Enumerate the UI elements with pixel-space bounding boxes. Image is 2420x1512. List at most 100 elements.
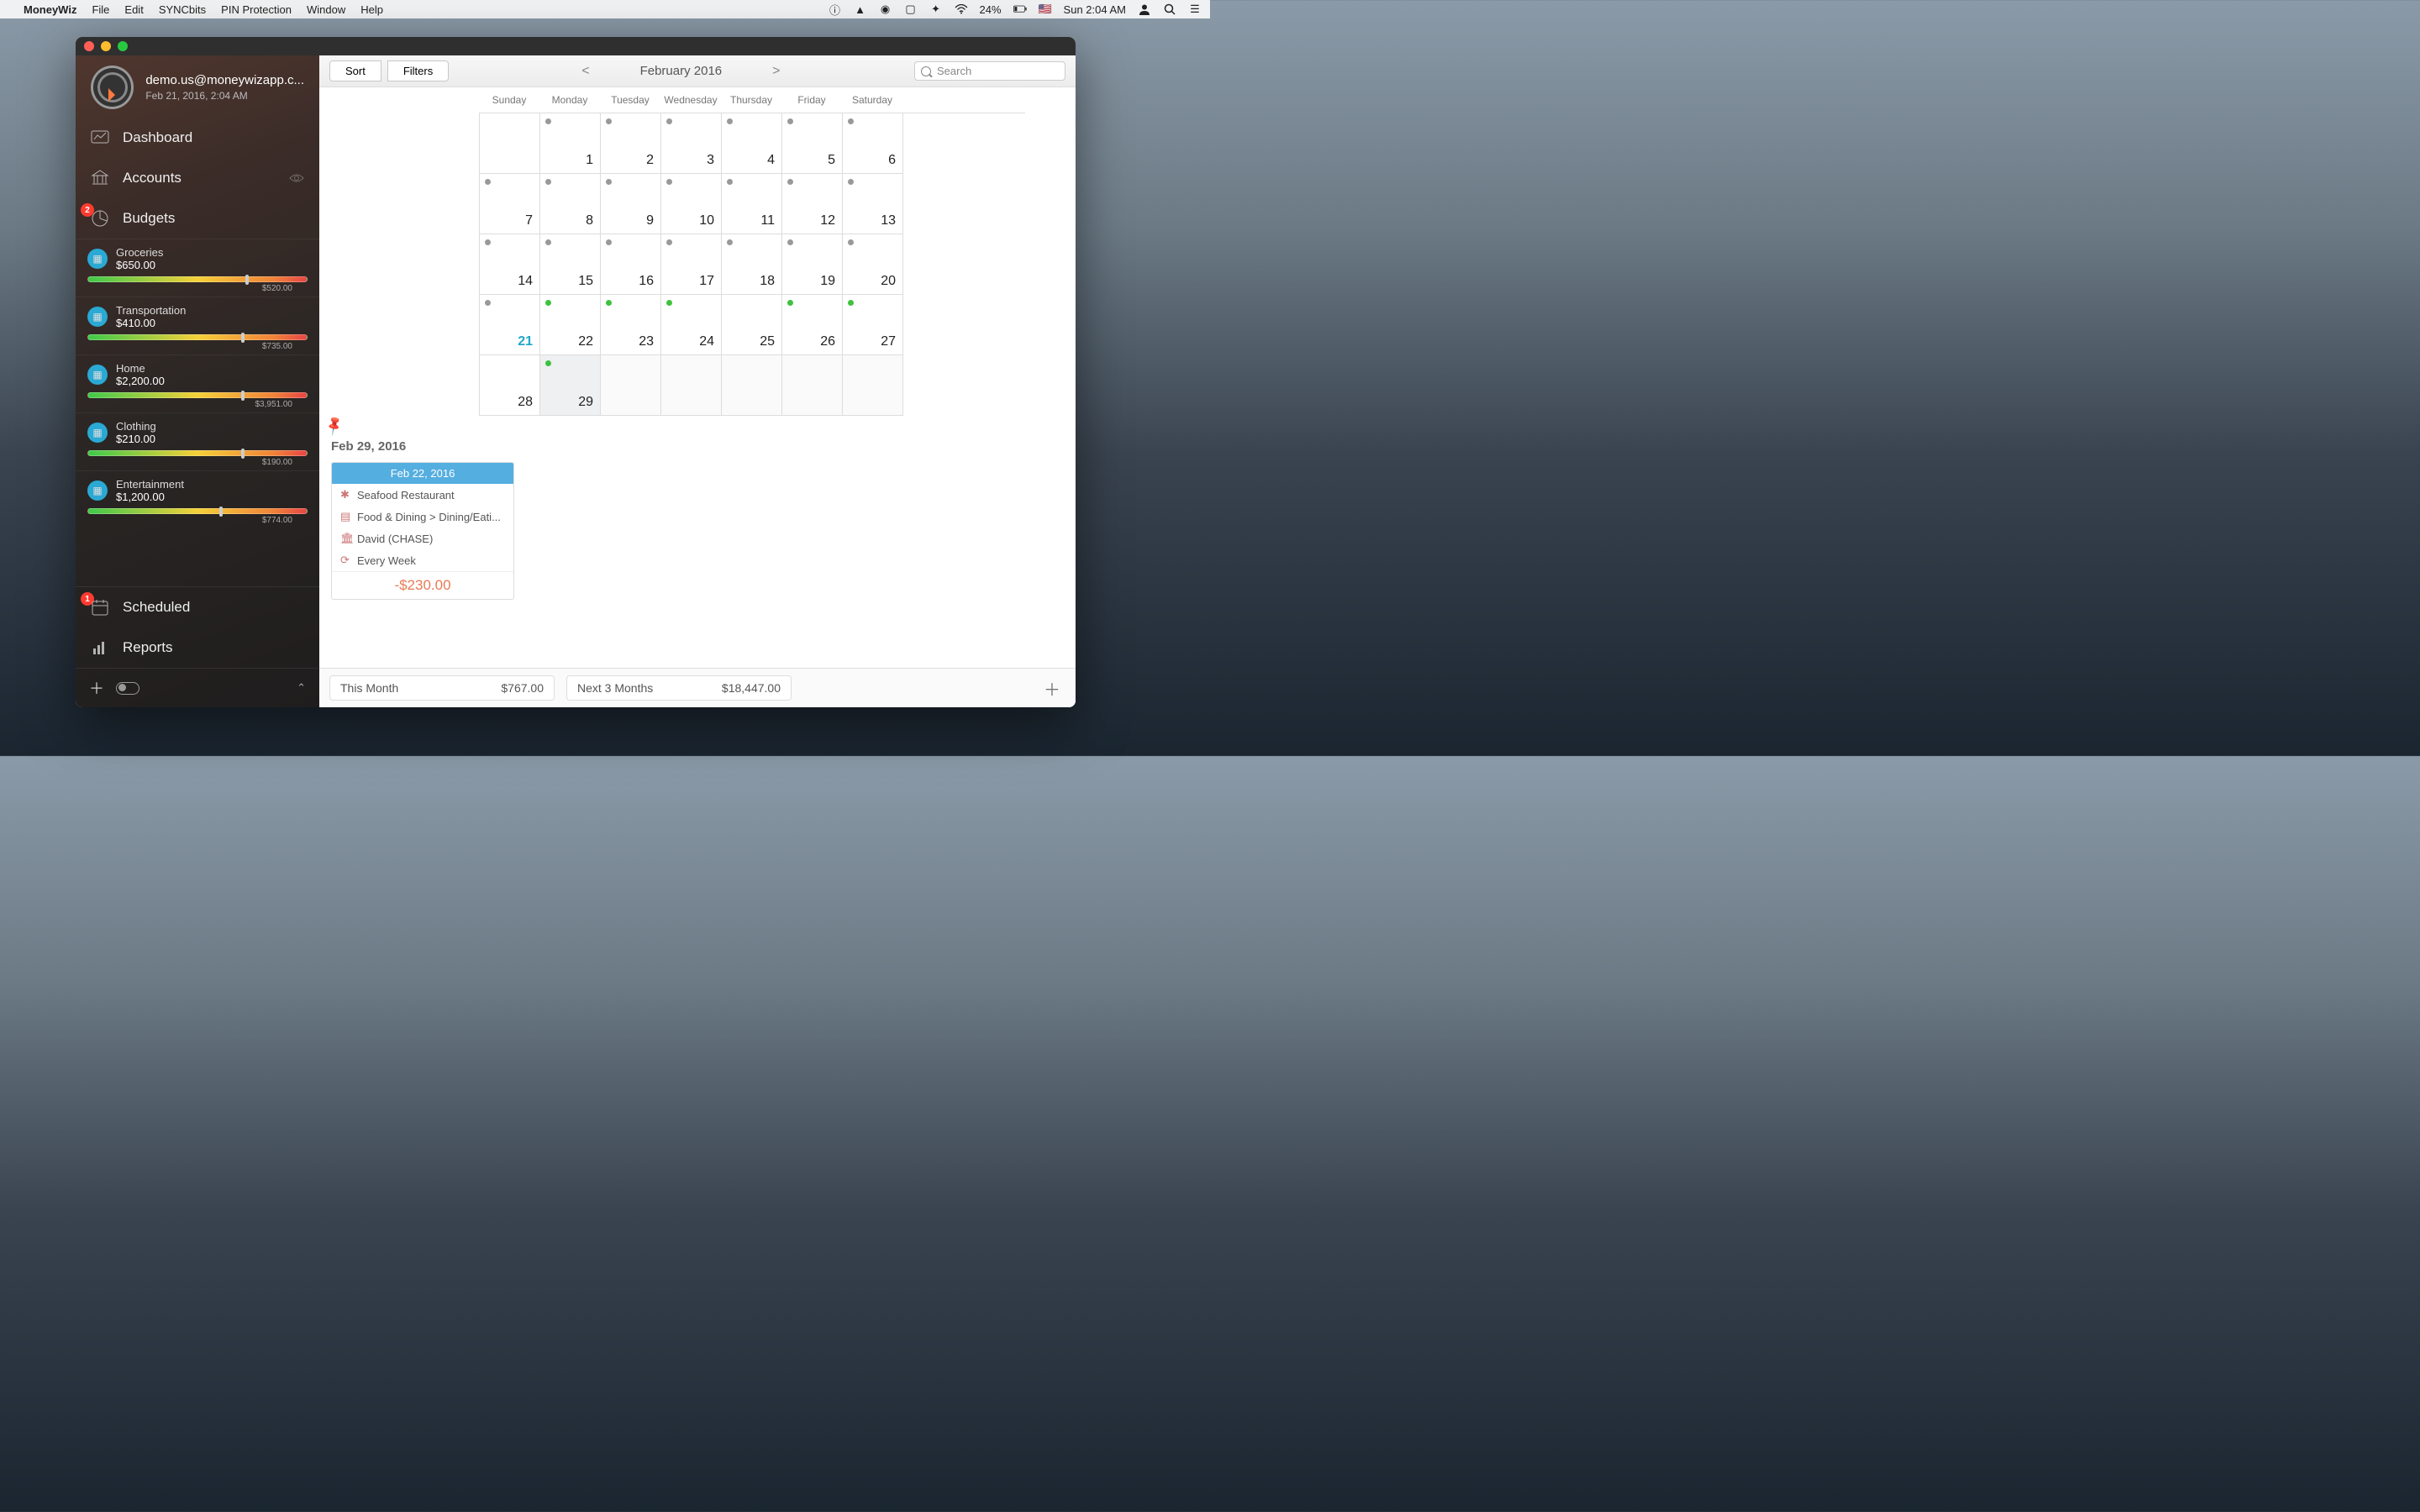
day-header: Wednesday (660, 87, 721, 113)
day-number: 19 (820, 274, 835, 289)
next3-label: Next 3 Months (577, 681, 653, 695)
menubar-clock[interactable]: Sun 2:04 AM (1064, 3, 1126, 16)
menu-window[interactable]: Window (307, 3, 345, 16)
add-transaction-button[interactable]: ＋ (1039, 676, 1065, 701)
calendar-day[interactable] (843, 355, 903, 416)
day-header: Friday (781, 87, 842, 113)
budget-list: ▦ Groceries $650.00 $520.00 ▦ Transporta… (76, 239, 319, 586)
sort-button[interactable]: Sort (329, 60, 381, 81)
card-row: 🏛David (CHASE) (332, 528, 513, 549)
menu-file[interactable]: File (92, 3, 109, 16)
titlebar (76, 37, 1076, 55)
calendar-day[interactable]: 10 (661, 174, 722, 234)
calendar-month: February 2016 (640, 64, 723, 78)
calendar-day[interactable]: 18 (722, 234, 782, 295)
calendar-day[interactable]: 9 (601, 174, 661, 234)
battery-icon[interactable] (1013, 3, 1027, 16)
prev-month-button[interactable]: < (581, 64, 589, 79)
menu-edit[interactable]: Edit (124, 3, 143, 16)
budget-item[interactable]: ▦ Transportation $410.00 $735.00 (76, 297, 319, 354)
menu-icon[interactable]: ☰ (1188, 3, 1202, 16)
day-number: 2 (646, 153, 654, 168)
budget-item[interactable]: ▦ Home $2,200.00 $3,951.00 (76, 354, 319, 412)
calendar-day[interactable]: 7 (480, 174, 540, 234)
nav-reports[interactable]: Reports (76, 627, 319, 668)
calendar-day[interactable]: 8 (540, 174, 601, 234)
budget-icon: ▦ (87, 307, 108, 327)
info-icon[interactable]: ⓘ (829, 3, 842, 16)
calendar-day[interactable]: 23 (601, 295, 661, 355)
budget-item[interactable]: ▦ Entertainment $1,200.00 $774.00 (76, 470, 319, 528)
filters-button[interactable]: Filters (387, 60, 449, 81)
calendar-day[interactable] (480, 113, 540, 174)
calendar-day[interactable]: 20 (843, 234, 903, 295)
budget-sub: $3,951.00 (87, 400, 308, 409)
sidebar-toggle[interactable] (116, 682, 139, 695)
calendar-day[interactable]: 19 (782, 234, 843, 295)
calendar-day[interactable] (661, 355, 722, 416)
day-number: 27 (881, 334, 896, 349)
next3-box[interactable]: Next 3 Months $18,447.00 (566, 675, 792, 701)
calendar-day[interactable]: 21 (480, 295, 540, 355)
drive-icon[interactable]: ▲ (854, 3, 867, 16)
spotlight-icon[interactable] (1163, 3, 1176, 16)
collapse-icon[interactable]: ⌃ (297, 681, 306, 695)
calendar-day[interactable]: 22 (540, 295, 601, 355)
calendar-day[interactable]: 2 (601, 113, 661, 174)
calendar-day[interactable]: 5 (782, 113, 843, 174)
bt-icon[interactable]: ✦ (929, 3, 943, 16)
menu-pin[interactable]: PIN Protection (221, 3, 292, 16)
user-icon[interactable] (1138, 3, 1151, 16)
search-input[interactable]: Search (914, 61, 1065, 81)
airplay-icon[interactable]: ▢ (904, 3, 918, 16)
pin-icon[interactable]: 📌 (323, 414, 346, 438)
zoom-button[interactable] (118, 41, 128, 51)
budget-amount: $1,200.00 (116, 491, 184, 503)
calendar-day[interactable] (722, 355, 782, 416)
nav-budgets[interactable]: 2 Budgets (76, 198, 319, 239)
budget-item[interactable]: ▦ Groceries $650.00 $520.00 (76, 239, 319, 297)
calendar-day[interactable] (601, 355, 661, 416)
transaction-card[interactable]: Feb 22, 2016 ✱Seafood Restaurant▤Food & … (331, 462, 514, 600)
nav-dashboard[interactable]: Dashboard (76, 118, 319, 158)
profile[interactable]: demo.us@moneywizapp.c... Feb 21, 2016, 2… (76, 55, 319, 118)
calendar-day[interactable]: 29 (540, 355, 601, 416)
scheduled-icon (91, 598, 109, 617)
budget-item[interactable]: ▦ Clothing $210.00 $190.00 (76, 412, 319, 470)
nav-accounts[interactable]: Accounts (76, 158, 319, 198)
eye-icon[interactable] (289, 173, 304, 183)
calendar-day[interactable]: 11 (722, 174, 782, 234)
menu-syncbits[interactable]: SYNCbits (159, 3, 206, 16)
close-button[interactable] (84, 41, 94, 51)
budgets-icon (91, 209, 109, 228)
cc-icon[interactable]: ◉ (879, 3, 892, 16)
minimize-button[interactable] (101, 41, 111, 51)
calendar-day[interactable]: 28 (480, 355, 540, 416)
calendar-day[interactable]: 25 (722, 295, 782, 355)
budget-sub: $774.00 (87, 516, 308, 525)
calendar-day[interactable]: 15 (540, 234, 601, 295)
calendar-day[interactable]: 26 (782, 295, 843, 355)
calendar-day[interactable]: 1 (540, 113, 601, 174)
calendar-day[interactable]: 27 (843, 295, 903, 355)
budget-bar (87, 276, 308, 282)
calendar-day[interactable]: 17 (661, 234, 722, 295)
nav-scheduled[interactable]: 1 Scheduled (76, 587, 319, 627)
this-month-box[interactable]: This Month $767.00 (329, 675, 555, 701)
flag-icon[interactable]: 🇺🇸 (1039, 3, 1052, 16)
calendar-day[interactable]: 16 (601, 234, 661, 295)
calendar-day[interactable]: 4 (722, 113, 782, 174)
calendar-day[interactable]: 6 (843, 113, 903, 174)
menu-help[interactable]: Help (360, 3, 383, 16)
add-icon[interactable]: ＋ (89, 677, 104, 699)
day-header: Saturday (842, 87, 902, 113)
calendar-day[interactable]: 3 (661, 113, 722, 174)
calendar-day[interactable]: 12 (782, 174, 843, 234)
calendar-day[interactable] (782, 355, 843, 416)
calendar-day[interactable]: 13 (843, 174, 903, 234)
calendar-day[interactable]: 14 (480, 234, 540, 295)
wifi-icon[interactable] (955, 3, 968, 16)
menubar-app[interactable]: MoneyWiz (24, 3, 76, 16)
next-month-button[interactable]: > (772, 64, 780, 79)
calendar-day[interactable]: 24 (661, 295, 722, 355)
